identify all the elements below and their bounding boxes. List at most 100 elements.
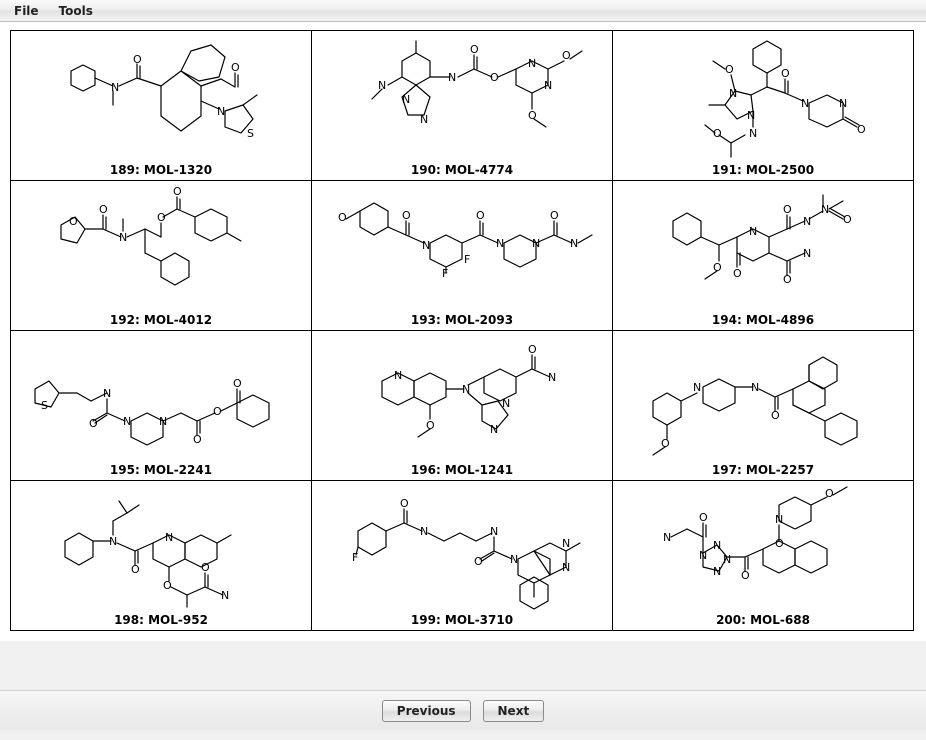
molecule-caption: 194: MOL-4896 <box>613 311 913 330</box>
svg-text:N: N <box>119 231 127 244</box>
menu-file[interactable]: File <box>4 2 49 20</box>
svg-text:O: O <box>402 209 411 222</box>
molecule-cell-195[interactable]: S N O N N O O O 195: <box>11 331 312 481</box>
svg-text:N: N <box>109 535 117 548</box>
svg-text:O: O <box>233 377 242 390</box>
svg-text:N: N <box>528 57 536 70</box>
svg-text:N: N <box>548 371 556 384</box>
molecule-structure-icon: O N N O <box>613 331 913 461</box>
svg-text:N: N <box>420 113 428 126</box>
svg-text:O: O <box>400 497 409 510</box>
svg-text:N: N <box>749 127 757 140</box>
svg-text:N: N <box>490 423 498 436</box>
molecule-structure-icon: N O NNNN O O N O <box>613 481 913 611</box>
menu-tools[interactable]: Tools <box>49 2 103 20</box>
svg-text:O: O <box>713 127 722 140</box>
svg-text:O: O <box>783 273 792 286</box>
molecule-structure-icon: S N O N N O O O <box>11 331 311 461</box>
svg-text:O: O <box>131 563 140 576</box>
svg-text:O: O <box>201 561 210 574</box>
svg-text:O: O <box>771 409 780 422</box>
molecule-structure-icon: N O N O O N <box>11 481 311 611</box>
molecule-structure-icon: O N O O N O N N O <box>613 181 913 311</box>
molecule-caption: 192: MOL-4012 <box>11 311 311 330</box>
svg-text:O: O <box>89 417 98 430</box>
svg-text:N: N <box>570 237 578 250</box>
svg-text:O: O <box>733 267 742 280</box>
molecule-cell-194[interactable]: O N O O N O N N O 194: MOL-4896 <box>613 181 914 331</box>
svg-text:O: O <box>843 213 852 226</box>
molecule-caption: 189: MOL-1320 <box>11 161 311 180</box>
molecule-caption: 190: MOL-4774 <box>312 161 612 180</box>
svg-text:O: O <box>69 215 78 228</box>
svg-text:N: N <box>693 381 701 394</box>
molecule-cell-192[interactable]: O O N O O <box>11 181 312 331</box>
molecule-structure-icon: N O N O N NN <box>312 331 612 461</box>
molecule-grid: N O O N S <box>10 30 914 631</box>
molecule-caption: 197: MOL-2257 <box>613 461 913 480</box>
svg-text:O: O <box>470 43 479 56</box>
molecule-structure-icon: F O N N O N NN <box>312 481 612 611</box>
svg-text:F: F <box>442 267 448 280</box>
svg-text:N: N <box>723 553 731 566</box>
svg-text:N: N <box>803 215 811 228</box>
molecule-cell-199[interactable]: F O N N O N NN <box>312 481 613 631</box>
svg-text:N: N <box>490 525 498 538</box>
molecule-cell-189[interactable]: N O O N S <box>11 31 312 181</box>
next-button[interactable]: Next <box>483 700 545 722</box>
svg-text:N: N <box>751 381 759 394</box>
molecule-caption: 199: MOL-3710 <box>312 611 612 630</box>
svg-text:O: O <box>490 71 499 84</box>
svg-text:F: F <box>352 551 358 564</box>
molecule-structure-icon: O O N O O <box>11 181 311 311</box>
svg-text:O: O <box>213 405 222 418</box>
svg-text:N: N <box>699 549 707 562</box>
molecule-caption: 195: MOL-2241 <box>11 461 311 480</box>
svg-text:N: N <box>217 105 225 118</box>
svg-text:O: O <box>741 569 750 582</box>
molecule-cell-191[interactable]: NN O N O O N N O 191 <box>613 31 914 181</box>
svg-text:N: N <box>839 97 847 110</box>
svg-text:S: S <box>247 127 254 140</box>
svg-text:O: O <box>857 123 866 136</box>
svg-text:N: N <box>729 87 737 100</box>
svg-text:N: N <box>663 531 671 544</box>
molecule-caption: 191: MOL-2500 <box>613 161 913 180</box>
svg-text:N: N <box>562 537 570 550</box>
svg-text:N: N <box>402 93 410 106</box>
previous-button[interactable]: Previous <box>382 700 471 722</box>
molecule-caption: 198: MOL-952 <box>11 611 311 630</box>
svg-text:N: N <box>510 553 518 566</box>
molecule-structure-icon: NN O N O O N N O <box>613 31 913 161</box>
svg-text:N: N <box>713 565 721 578</box>
molecule-cell-190[interactable]: N N N N O O NN O O <box>312 31 613 181</box>
molecule-caption: 196: MOL-1241 <box>312 461 612 480</box>
menubar: File Tools <box>0 0 926 22</box>
svg-text:N: N <box>713 539 721 552</box>
molecule-cell-196[interactable]: N O N O N NN 196: MOL-1241 <box>312 331 613 481</box>
svg-text:O: O <box>562 49 571 62</box>
molecule-structure-icon: N O O N S <box>11 31 311 161</box>
svg-text:O: O <box>528 343 537 356</box>
svg-text:O: O <box>338 211 347 224</box>
svg-text:O: O <box>781 67 790 80</box>
svg-text:N: N <box>747 109 755 122</box>
molecule-cell-193[interactable]: O O N F F O N N O N <box>312 181 613 331</box>
svg-text:N: N <box>448 71 456 84</box>
footer-nav: Previous Next <box>0 690 926 730</box>
svg-text:O: O <box>699 511 708 524</box>
svg-text:F: F <box>464 253 470 266</box>
molecule-grid-container: N O O N S <box>0 22 926 641</box>
molecule-cell-200[interactable]: N O NNNN O O N O <box>613 481 914 631</box>
molecule-cell-197[interactable]: O N N O 197: MOL-2257 <box>613 331 914 481</box>
molecule-structure-icon: N N N N O O NN O O <box>312 31 612 161</box>
svg-text:N: N <box>378 79 386 92</box>
svg-text:N: N <box>562 561 570 574</box>
svg-text:O: O <box>825 487 834 500</box>
svg-text:N: N <box>803 247 811 260</box>
molecule-cell-198[interactable]: N O N O O N <box>11 481 312 631</box>
svg-text:N: N <box>123 415 131 428</box>
svg-text:N: N <box>103 387 111 400</box>
molecule-caption: 193: MOL-2093 <box>312 311 612 330</box>
molecule-structure-icon: O O N F F O N N O N <box>312 181 612 311</box>
